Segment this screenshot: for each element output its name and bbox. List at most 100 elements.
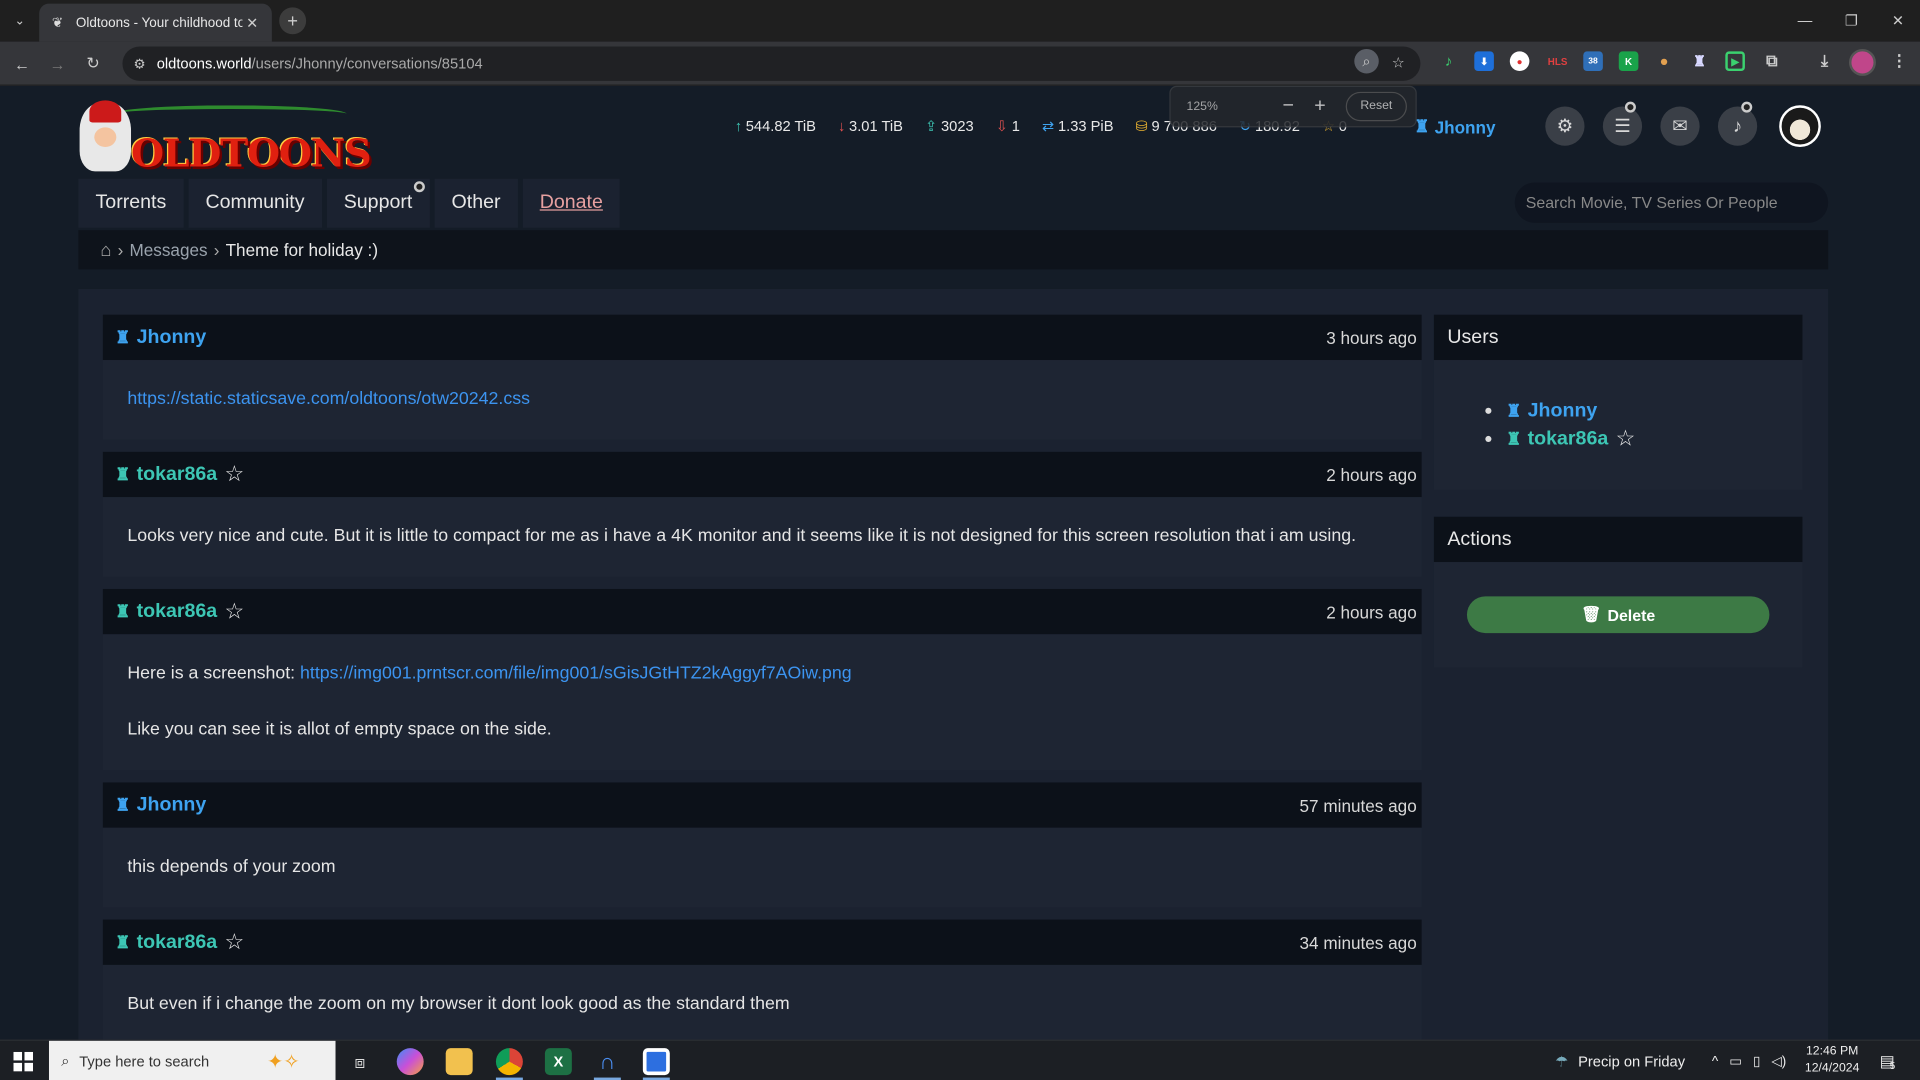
bookmark-star-icon[interactable]: ☆ [1387,51,1409,73]
stat-download[interactable]: ↓ 3.01 TiB [838,118,903,135]
zoom-in-plus-icon[interactable]: + [1304,96,1336,118]
home-icon[interactable]: ⌂ [100,239,111,260]
reload-icon[interactable]: ↻ [82,53,104,75]
camera-app-icon[interactable] [642,1048,670,1076]
message-author[interactable]: ♜ tokar86a ☆ [115,462,244,488]
tab-search-chevron-icon[interactable]: ⌄ [7,10,31,32]
tasklist-notification-dot [1624,101,1636,113]
staff-settings-icon[interactable]: ⚙ [1545,106,1585,146]
message-text: Looks very nice and cute. But it is litt… [127,526,1357,547]
site-logo[interactable]: OLDTOONS [77,98,372,176]
nav-donate[interactable]: Donate [522,178,621,228]
message-header: ♜ tokar86a ☆ 2 hours ago [102,451,1422,498]
users-panel: Users ♜ Jhonny ♜ tokar86a ☆ [1433,314,1803,490]
extension-music-icon[interactable]: ♪ [1439,51,1459,71]
volume-icon[interactable]: ◁) [1771,1053,1786,1069]
zoom-reset-button[interactable]: Reset [1345,91,1407,122]
site-search-input[interactable]: Search Movie, TV Series Or People [1514,182,1829,223]
taskbar-search-input[interactable]: ⌕ Type here to search ✦✧ [48,1040,336,1080]
breadcrumb: ⌂ › Messages › Theme for holiday :) [78,230,1829,270]
zoom-out-minus-icon[interactable]: − [1272,96,1304,118]
chrome-menu-icon[interactable]: ⋮ [1889,51,1909,71]
back-arrow-icon[interactable]: ← [11,53,33,75]
site-info-icon[interactable]: ⚙ [130,56,150,72]
url-path: /users/Jhonny/conversations/85104 [251,55,483,73]
upload-arrow-icon: ↑ [734,117,743,135]
trash-icon: 🗑 [1581,604,1602,624]
extensions-puzzle-icon[interactable]: ⧉ [1762,51,1782,71]
message: ♜ tokar86a ☆ 2 hours ago Looks very nice a… [102,451,1422,577]
extension-k-icon[interactable]: K [1618,51,1639,72]
search-icon: ⌕ [61,1051,70,1069]
close-window-icon[interactable]: ✕ [1886,10,1910,32]
excel-icon[interactable]: X [544,1048,572,1076]
copilot-icon[interactable] [396,1048,424,1076]
message-link[interactable]: https://img001.prntscr.com/file/img001/s… [300,664,852,684]
tray-chevron-up-icon[interactable]: ^ [1712,1054,1718,1069]
extension-cookie-icon[interactable]: ● [1654,51,1674,71]
participant-tokar86a[interactable]: ♜ tokar86a ☆ [1485,425,1802,453]
restore-window-icon[interactable]: ❐ [1839,10,1863,32]
browser-tab-oldtoons[interactable]: ❦ Oldtoons - Your childhood toons ✕ [39,3,272,42]
message-link[interactable]: https://static.staticsave.com/oldtoons/o… [127,389,530,409]
task-view-icon[interactable]: ⧈ [347,1048,374,1075]
message-header: ♜ Jhonny 57 minutes ago [102,782,1422,828]
breadcrumb-messages[interactable]: Messages [129,240,207,260]
vpn-app-icon[interactable]: ∩ [594,1048,621,1075]
tab-title: Oldtoons - Your childhood toons [75,15,243,31]
extension-record-icon[interactable]: ● [1509,51,1530,72]
close-tab-icon[interactable]: ✕ [242,14,262,31]
new-tab-plus-icon[interactable]: + [279,7,307,35]
zoom-magnifier-icon[interactable]: ⌕ [1354,48,1379,74]
minimize-window-icon[interactable]: — [1793,10,1817,32]
breadcrumb-chevron-icon: › [117,240,124,260]
address-bar[interactable]: ⚙ oldtoons.world /users/Jhonny/conversat… [122,46,1421,81]
chrome-profile-avatar[interactable] [1848,48,1876,76]
mail-envelope-icon[interactable]: ✉ [1660,106,1700,146]
delete-conversation-button[interactable]: 🗑 Delete [1466,596,1770,634]
message-header: ♜ Jhonny 3 hours ago [102,314,1422,361]
nav-support[interactable]: Support [326,178,430,228]
tasklist-icon[interactable]: ☰ [1602,106,1643,146]
stat-seeding[interactable]: ⇪ 3023 [925,118,974,135]
header-username[interactable]: ♜ Jhonny [1414,116,1495,137]
windows-start-icon[interactable] [13,1051,34,1072]
extension-download-icon[interactable]: ⬇ [1474,51,1494,72]
conversation-messages: ♜ Jhonny 3 hours ago https://static.stati… [102,314,1422,1057]
extension-calendar-icon[interactable]: 38 [1583,51,1603,72]
participant-list: ♜ Jhonny ♜ tokar86a ☆ [1434,360,1803,490]
extension-hls-icon[interactable]: HLS [1545,51,1569,71]
file-explorer-icon[interactable] [445,1048,473,1076]
device-icon[interactable]: ▯ [1753,1053,1760,1069]
message: ♜ Jhonny 57 minutes ago this depends of y… [102,782,1422,908]
message-author[interactable]: ♜ Jhonny [115,326,206,348]
extension-figure-icon[interactable]: ♜ [1690,51,1710,71]
participant-jhonny[interactable]: ♜ Jhonny [1485,397,1802,425]
weather-widget[interactable]: ☂ Precip on Friday [1555,1041,1685,1080]
user-group-icon: ♜ [115,601,131,621]
message-author[interactable]: ♜ tokar86a ☆ [115,599,244,625]
stat-upload[interactable]: ↑ 544.82 TiB [735,118,816,135]
nav-community[interactable]: Community [188,178,322,228]
logo-garland [113,105,347,122]
message-author[interactable]: ♜ tokar86a ☆ [115,929,244,955]
message: ♜ Jhonny 3 hours ago https://static.stati… [102,314,1422,440]
notification-center-icon[interactable]: ▤ 5 [1880,1041,1896,1080]
user-group-icon: ♜ [1414,116,1430,136]
taskbar-clock[interactable]: 12:46 PM 12/4/2024 [1805,1043,1859,1077]
donor-star-icon: ☆ [224,598,245,624]
notifications-bell-icon[interactable]: ♪ [1717,106,1758,146]
nav-other[interactable]: Other [434,178,518,228]
stat-leeching[interactable]: ⇩ 1 [996,118,1020,135]
leeching-icon: ⇩ [995,117,1009,135]
message-author[interactable]: ♜ Jhonny [115,794,206,816]
user-avatar[interactable] [1779,105,1821,147]
network-icon[interactable]: ▭ [1729,1053,1742,1069]
user-group-icon: ♜ [1506,400,1522,421]
downloads-icon[interactable]: ⤓ [1815,51,1835,71]
extension-player-icon[interactable]: ▶ [1725,51,1745,72]
nav-torrents[interactable]: Torrents [78,178,184,228]
chrome-icon[interactable] [495,1048,523,1076]
stat-buffer[interactable]: ⇄ 1.33 PiB [1042,118,1114,135]
forward-arrow-icon[interactable]: → [47,53,69,75]
